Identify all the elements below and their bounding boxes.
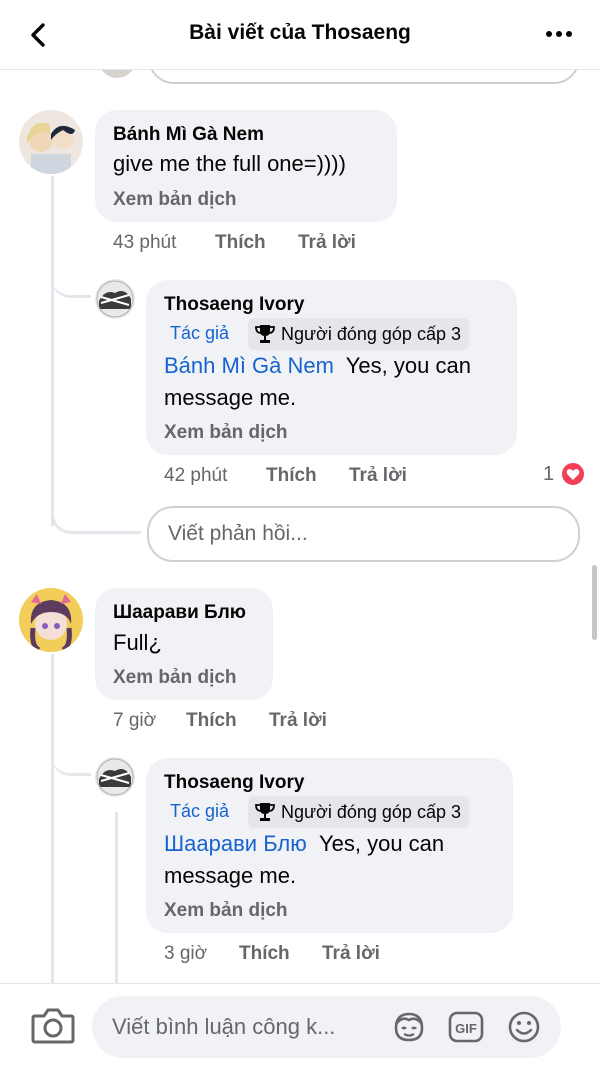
- avatar[interactable]: [95, 757, 135, 797]
- trophy-icon: [255, 325, 275, 343]
- scrollbar[interactable]: [592, 565, 597, 640]
- like-button[interactable]: Thích: [186, 710, 237, 732]
- comment-text: Full¿: [113, 630, 162, 655]
- smiley-icon[interactable]: [506, 1010, 542, 1044]
- reply-text: Yes, you can: [318, 831, 445, 856]
- mention-link[interactable]: Шаарави Блю: [164, 831, 307, 856]
- see-translation-link[interactable]: Xem bản dịch: [164, 422, 288, 444]
- see-translation-link[interactable]: Xem bản dịch: [113, 189, 237, 211]
- comment-author[interactable]: Bánh Mì Gà Nem: [113, 124, 264, 146]
- author-badge: Tác giả: [170, 323, 230, 343]
- page-title: Bài viết của Thosaeng: [189, 21, 411, 44]
- comment-input[interactable]: Viết bình luận công k... GIF: [92, 996, 561, 1058]
- like-button[interactable]: Thích: [239, 943, 290, 965]
- thread-branch: [51, 490, 141, 534]
- comment-input-placeholder: Viết bình luận công k...: [112, 1014, 336, 1039]
- reply-author[interactable]: Thosaeng Ivory: [164, 772, 304, 794]
- reply-time: 3 giờ: [164, 943, 208, 964]
- contributor-badge-label: Người đóng góp cấp 3: [281, 801, 461, 822]
- contributor-badge: Người đóng góp cấp 3: [248, 318, 469, 350]
- author-badge: Tác giả: [170, 801, 230, 821]
- see-translation-link[interactable]: Xem bản dịch: [113, 667, 237, 689]
- reply-button[interactable]: Trả lời: [298, 232, 356, 254]
- avatar[interactable]: [95, 279, 135, 319]
- previous-reply-input: [148, 70, 580, 84]
- comment-time: 7 giờ: [113, 710, 157, 731]
- reply-text-line: Bánh Mì Gà Nem Yes, you can: [164, 350, 471, 382]
- comment-text: give me the full one=)))): [113, 151, 346, 176]
- thread-line: [115, 812, 118, 983]
- reply-time: 42 phút: [164, 465, 228, 486]
- see-translation-link[interactable]: Xem bản dịch: [164, 900, 288, 922]
- comment-composer: Viết bình luận công k... GIF: [0, 983, 600, 1067]
- contributor-badge-label: Người đóng góp cấp 3: [281, 323, 461, 344]
- like-button[interactable]: Thích: [266, 465, 317, 487]
- trophy-icon: [255, 803, 275, 821]
- reply-text-line: Шаарави Блю Yes, you can: [164, 828, 444, 860]
- thread-branch: [51, 260, 91, 298]
- thread-branch: [51, 738, 91, 776]
- svg-text:GIF: GIF: [455, 1021, 477, 1036]
- thread-line: [51, 176, 54, 526]
- camera-icon[interactable]: [30, 1006, 76, 1046]
- reply-button[interactable]: Trả lời: [349, 465, 407, 487]
- mention-link[interactable]: Bánh Mì Gà Nem: [164, 353, 334, 378]
- gif-icon[interactable]: GIF: [448, 1010, 484, 1044]
- thread-line: [51, 654, 54, 983]
- avatar[interactable]: [19, 588, 83, 652]
- comment-time: 43 phút: [113, 232, 177, 253]
- avatar[interactable]: [19, 110, 83, 174]
- contributor-badge: Người đóng góp cấp 3: [248, 796, 469, 828]
- top-bar: Bài viết của Thosaeng: [0, 0, 600, 70]
- reply-button[interactable]: Trả lời: [322, 943, 380, 965]
- comment-author[interactable]: Шаарави Блю: [113, 602, 246, 624]
- reply-input-placeholder: Viết phản hồi...: [168, 522, 308, 545]
- avatar-sticker-icon[interactable]: [390, 1010, 428, 1044]
- comments-list: Bánh Mì Gà Nem give me the full one=))))…: [0, 70, 600, 983]
- reply-text: Yes, you can: [345, 353, 471, 378]
- reply-text-line2: message me.: [164, 863, 297, 888]
- reply-author[interactable]: Thosaeng Ivory: [164, 294, 304, 316]
- heart-reaction-icon[interactable]: [560, 461, 586, 487]
- reply-button[interactable]: Trả lời: [269, 710, 327, 732]
- reaction-count[interactable]: 1: [543, 463, 554, 486]
- like-button[interactable]: Thích: [215, 232, 266, 254]
- more-horizontal-icon[interactable]: [542, 22, 576, 46]
- reply-text-line2: message me.: [164, 385, 297, 410]
